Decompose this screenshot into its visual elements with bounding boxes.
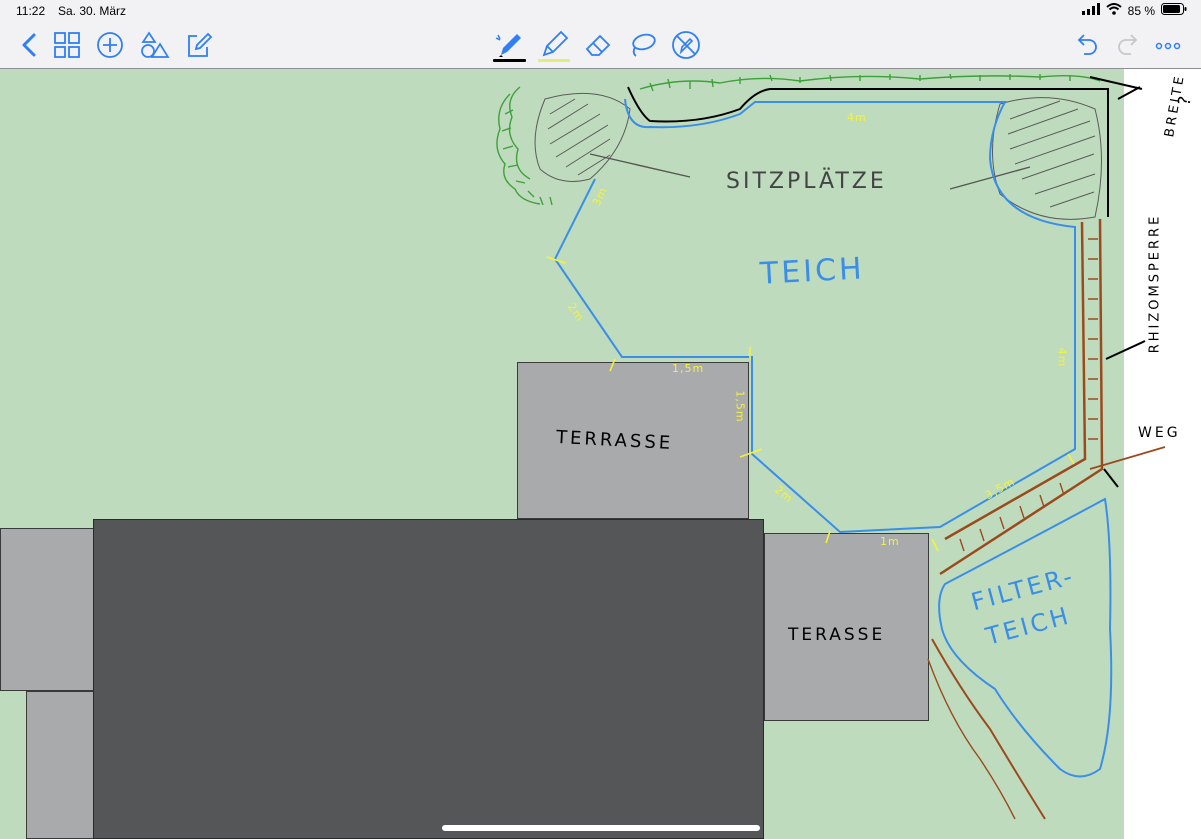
label-sitzplaetze: SITZPLÄTZE xyxy=(726,169,887,194)
measure-label: 1,5m xyxy=(672,362,705,375)
redo-icon[interactable] xyxy=(1113,29,1145,61)
seating-area-left xyxy=(534,92,631,182)
shapes-icon[interactable] xyxy=(139,29,171,61)
status-bar: 11:22 Sa. 30. März 85 % xyxy=(0,0,1201,22)
compose-icon[interactable] xyxy=(183,29,215,61)
border-line xyxy=(627,76,1146,488)
add-icon[interactable] xyxy=(94,29,126,61)
pointer-line xyxy=(949,166,1031,190)
measure-label: 1,5m xyxy=(733,390,747,423)
toolbar xyxy=(0,22,1201,69)
status-time: 11:22 xyxy=(16,4,46,18)
no-scroll-icon[interactable] xyxy=(670,29,702,61)
signal-icon xyxy=(1081,3,1100,18)
home-indicator[interactable] xyxy=(442,825,760,831)
measure-label: 1m xyxy=(880,535,900,548)
status-right: 85 % xyxy=(1081,3,1187,18)
battery-percent: 85 % xyxy=(1127,3,1155,18)
lasso-icon[interactable] xyxy=(626,29,658,61)
status-date: Sa. 30. März xyxy=(58,4,127,18)
label-teich: TEICH xyxy=(759,251,866,292)
sketch-layer xyxy=(496,73,1166,820)
highlighter-color-indicator xyxy=(538,59,570,62)
grid-icon[interactable] xyxy=(51,29,83,61)
label-weg: WEG xyxy=(1138,425,1181,441)
measure-label: 4m xyxy=(1055,347,1069,368)
highlighter-icon[interactable] xyxy=(538,29,570,61)
measure-label: 4m xyxy=(847,111,867,124)
wifi-icon xyxy=(1105,3,1122,18)
pen-color-indicator xyxy=(493,59,526,62)
eraser-icon[interactable] xyxy=(582,29,614,61)
label-rhizomsperre: RHIZOMSPERRE xyxy=(1147,213,1163,354)
battery-icon xyxy=(1161,3,1187,18)
more-icon[interactable] xyxy=(1152,29,1184,61)
path-weg xyxy=(927,218,1166,820)
drawing-canvas[interactable]: SITZPLÄTZE TEICH TERRASSE TERASSE FILTER… xyxy=(0,69,1201,839)
label-terrasse-lower: TERASSE xyxy=(788,625,886,645)
undo-icon[interactable] xyxy=(1070,29,1102,61)
pointer-line xyxy=(589,153,691,178)
back-icon[interactable] xyxy=(14,29,46,61)
pen-icon[interactable] xyxy=(493,29,525,61)
